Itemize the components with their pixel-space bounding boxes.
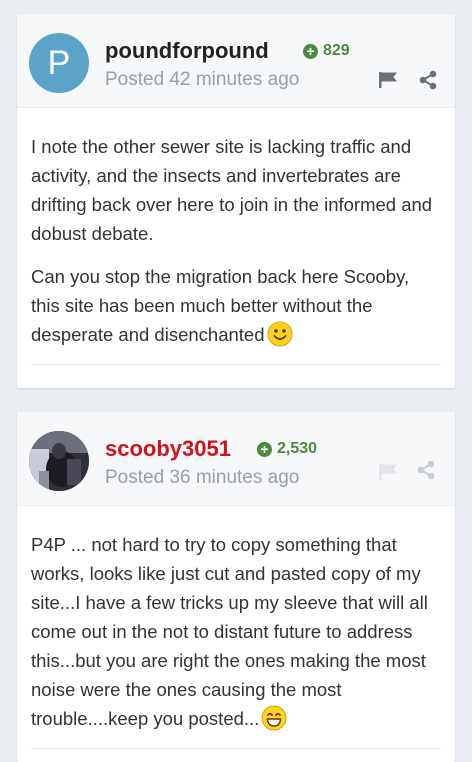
post-header: P poundforpound + 829 Posted 42 minutes … — [17, 14, 455, 108]
reputation-count: 2,530 — [277, 440, 318, 457]
post-card: scooby3051 + 2,530 Posted 36 minutes ago… — [17, 412, 455, 762]
avatar[interactable]: P — [29, 33, 89, 93]
post-footer-divider — [31, 748, 441, 749]
post-content: I note the other sewer site is lacking t… — [17, 108, 455, 349]
author-name[interactable]: poundforpound — [105, 38, 269, 64]
reputation-badge[interactable]: + 2,530 — [257, 440, 317, 458]
post-header: scooby3051 + 2,530 Posted 36 minutes ago — [17, 412, 455, 506]
reputation-badge[interactable]: + 829 — [303, 42, 350, 60]
share-icon[interactable] — [418, 70, 438, 90]
plus-circle-icon: + — [303, 43, 318, 59]
report-flag-icon[interactable] — [378, 71, 400, 89]
avatar-photo-image — [29, 431, 89, 491]
plus-circle-icon: + — [257, 441, 272, 457]
grin-emoji-icon — [261, 705, 287, 731]
post-paragraph: I note the other sewer site is lacking t… — [31, 136, 433, 244]
post-paragraph: P4P ... not hard to try to copy somethin… — [31, 534, 428, 731]
avatar[interactable] — [29, 431, 89, 491]
post-timestamp[interactable]: Posted 42 minutes ago — [105, 69, 299, 91]
post-paragraph: Can you stop the migration back here Sco… — [31, 266, 410, 347]
share-icon[interactable] — [416, 460, 436, 480]
report-flag-icon[interactable] — [378, 463, 400, 481]
post-content: P4P ... not hard to try to copy somethin… — [17, 506, 455, 733]
smiley-emoji-icon — [267, 321, 292, 347]
post-footer-divider — [31, 364, 441, 365]
author-name[interactable]: scooby3051 — [105, 436, 231, 462]
post-card: P poundforpound + 829 Posted 42 minutes … — [17, 14, 455, 388]
reputation-count: 829 — [323, 42, 350, 59]
post-timestamp[interactable]: Posted 36 minutes ago — [105, 467, 299, 489]
